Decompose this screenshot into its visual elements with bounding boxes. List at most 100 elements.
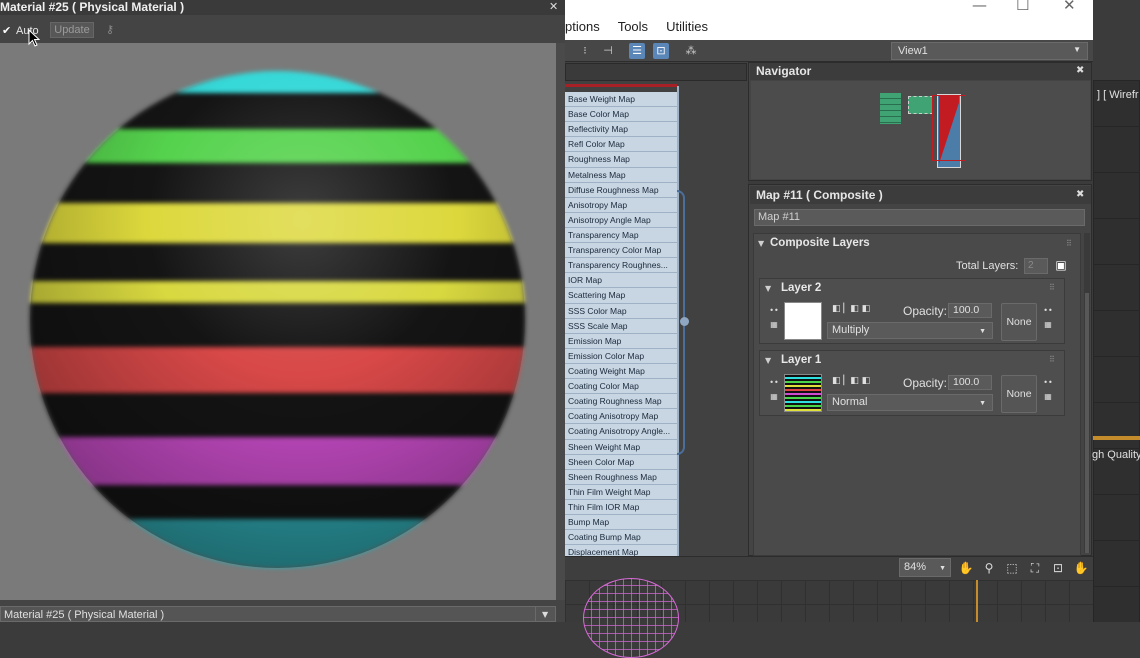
layer-2-blend-mode-dropdown[interactable]: Multiply ▼ [827,322,993,339]
layout-icon[interactable]: ⁝ [577,43,593,59]
collapse-triangle-icon[interactable]: ▼ [765,284,771,293]
visibility-icon[interactable]: •• [1042,306,1054,316]
map-slot-item[interactable]: Coating Anisotropy Angle... [565,424,677,440]
viewport-quality-label[interactable]: gh Quality [1092,449,1140,461]
visibility-icon[interactable]: •• [768,378,780,388]
map-slot-item[interactable]: Coating Anisotropy Map [565,409,677,425]
zoom-region-icon[interactable]: ⬚ [1004,560,1020,576]
view-dropdown[interactable]: View1 ▼ [891,42,1088,60]
navigator-title-text: Navigator [756,64,812,78]
color-correct-icon[interactable]: ▦ [768,392,780,402]
map-slot-item[interactable]: Diffuse Roughness Map [565,182,677,198]
map-slot-item[interactable]: Coating Weight Map [565,363,677,380]
map-slot-item[interactable]: Base Weight Map [565,92,677,108]
layout-children-icon[interactable]: ☰ [629,43,645,59]
layer-1-mask-button[interactable]: None [1001,375,1037,413]
zoom-dropdown[interactable]: 84% ▼ [899,558,951,577]
browser-search-input[interactable] [565,63,747,81]
material-preview-area[interactable] [0,43,556,600]
map-slot-item[interactable]: Metalness Map [565,167,677,183]
grip-icon[interactable]: ⠿ [1066,239,1072,248]
color-correct-icon[interactable]: ▦ [1042,320,1054,330]
hierarchy-icon[interactable]: ⊣ [600,43,616,59]
map-slot-item[interactable]: Sheen Weight Map [565,439,677,455]
map-slot-item[interactable]: Anisotropy Angle Map [565,212,677,228]
zoom-icon[interactable]: ⚲ [981,560,997,576]
pick-icon[interactable]: ⁂ [683,43,699,59]
opacity-label: Opacity: [903,376,948,390]
map-slot-item[interactable]: Thin Film Weight Map [565,484,677,500]
layer-1-texture-thumbnail[interactable] [784,374,822,412]
collapse-triangle-icon[interactable]: ▼ [758,239,764,248]
map-slot-item[interactable]: SSS Scale Map [565,318,677,334]
map-slot-item[interactable]: Thin Film IOR Map [565,499,677,516]
map-name-field[interactable]: Map #11 [754,209,1085,226]
map-slot-item[interactable]: Scattering Map [565,288,677,304]
show-map-icon[interactable]: ⊡ [653,43,669,59]
viewport-border [1093,436,1140,440]
map-slot-item[interactable]: Coating Roughness Map [565,394,677,410]
map-slot-item[interactable]: Emission Map [565,333,677,349]
collapse-triangle-icon[interactable]: ▼ [765,356,771,365]
layer-2-opacity-spinner[interactable]: 100.0 [948,303,992,318]
add-layer-icon[interactable]: ▣ [1053,258,1069,274]
minimize-button[interactable]: — [972,0,987,14]
map-slot-item[interactable]: Emission Color Map [565,348,677,364]
blend-mode-value: Multiply [832,324,870,336]
map-slot-item[interactable]: SSS Color Map [565,303,677,319]
close-icon[interactable]: ✕ [549,0,558,13]
map-slot-item[interactable]: Coating Color Map [565,379,677,395]
close-window-button[interactable]: ✕ [1063,0,1076,14]
map-slot-item[interactable]: Sheen Roughness Map [565,469,677,485]
viewport-grid [1093,80,1140,622]
layer-2-action-icons[interactable]: ◧ ▏◧ ◧ [832,304,870,314]
grip-icon[interactable]: ⠿ [1049,283,1055,292]
output-socket[interactable] [680,317,689,326]
map-slot-item[interactable]: IOR Map [565,273,677,289]
layer-1-blend-mode-dropdown[interactable]: Normal ▼ [827,394,993,411]
update-button[interactable]: Update [50,22,94,38]
layer-1-opacity-spinner[interactable]: 100.0 [948,375,992,390]
close-icon[interactable]: ✖ [1076,65,1084,76]
map-slot-item[interactable]: Sheen Color Map [565,454,677,470]
maximize-button[interactable]: ☐ [1016,0,1029,14]
zoom-value: 84% [904,561,927,573]
color-correct-icon[interactable]: ▦ [768,320,780,330]
menu-utilities[interactable]: Utilities [666,19,708,37]
zoom-extents-icon[interactable]: ⛶ [1027,560,1043,576]
view-dropdown-value: View1 [898,45,928,57]
map-slot-item[interactable]: Roughness Map [565,152,677,168]
navigator-view-frame[interactable] [932,95,966,161]
map-slot-item[interactable]: Base Color Map [565,107,677,123]
viewport-label[interactable]: ] [ Wirefr [1097,89,1139,101]
map-slot-item[interactable]: Transparency Map [565,227,677,244]
map-slot-item[interactable]: Refl Color Map [565,137,677,153]
pan-mode-icon[interactable]: ✋ [1073,560,1089,576]
layer-1-action-icons[interactable]: ◧ ▏◧ ◧ [832,376,870,386]
map-slot-item[interactable]: Transparency Color Map [565,243,677,259]
chevron-down-icon[interactable]: ▼ [542,610,548,619]
map-slot-item[interactable]: Coating Bump Map [565,530,677,546]
visibility-icon[interactable]: •• [1042,378,1054,388]
zoom-selected-icon[interactable]: ⊡ [1050,560,1066,576]
menu-tools[interactable]: Tools [618,19,648,37]
layer-2-texture-thumbnail[interactable] [784,302,822,340]
rollout-scrollbar[interactable] [1084,233,1090,553]
menu-options[interactable]: ptions [565,19,600,37]
scrollbar-thumb[interactable] [1085,293,1089,553]
grip-icon[interactable]: ⠿ [1049,355,1055,364]
layer-2-mask-button[interactable]: None [1001,303,1037,341]
pan-hand-icon[interactable]: ✋ [958,560,974,576]
opacity-label: Opacity: [903,304,948,318]
visibility-icon[interactable]: •• [768,306,780,316]
auto-checkbox[interactable]: ✔ [2,24,11,37]
lock-icon[interactable]: ⚷ [106,23,114,36]
map-slot-item[interactable]: Transparency Roughnes... [565,258,677,274]
map-slot-item[interactable]: Reflectivity Map [565,122,677,138]
color-correct-icon[interactable]: ▦ [1042,392,1054,402]
map-slot-item[interactable]: Bump Map [565,515,677,531]
preview-scrollbar[interactable] [556,43,565,600]
map-slot-item[interactable]: Anisotropy Map [565,197,677,213]
close-icon[interactable]: ✖ [1076,189,1084,200]
rollout-title[interactable]: Composite Layers [770,237,870,249]
